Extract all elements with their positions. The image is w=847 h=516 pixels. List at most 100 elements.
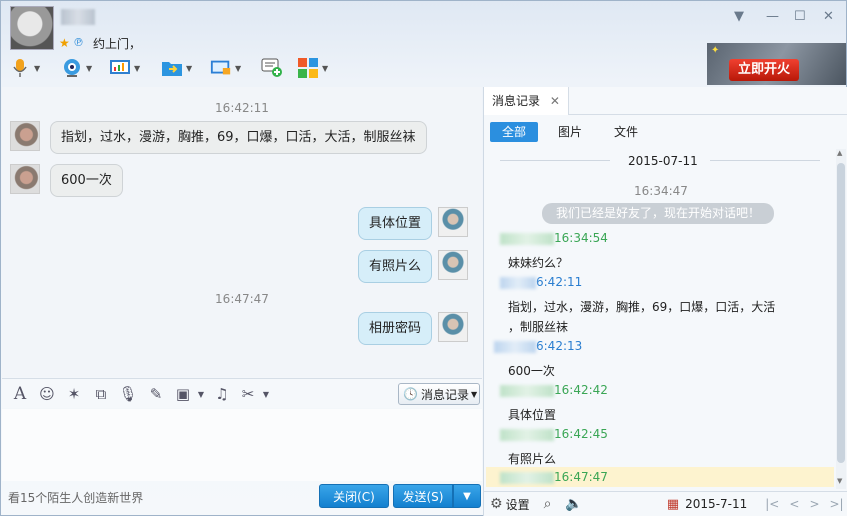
search-icon[interactable]: ⌕ [544, 496, 552, 512]
history-time: 16:42:45 [554, 427, 608, 441]
scroll-up-icon[interactable]: ▲ [837, 149, 842, 157]
video-call-button[interactable]: ▼ [61, 55, 92, 81]
avatar[interactable] [10, 121, 40, 151]
chat-window: ★ ℗ 约上门， ▼ — ☐ ✕ ✦ 立即开火 ▼ ▼ ▼ ▼ ▼ ▼ 16:4… [0, 0, 847, 516]
contact-nickname-blurred [61, 9, 95, 25]
history-entry-header: 16:47:47 [500, 470, 608, 484]
chevron-down-icon[interactable]: ▼ [34, 64, 40, 73]
gear-icon[interactable]: ⚙ [490, 496, 503, 512]
stranger-promo-text[interactable]: 看15个陌生人创造新世界 [8, 489, 143, 506]
chat-timestamp: 16:47:47 [215, 292, 269, 306]
apps-button[interactable]: ▼ [297, 55, 328, 81]
message-history-button[interactable]: 🕓 消息记录 ▼ [398, 383, 480, 405]
edit-icon[interactable]: ✎ [146, 384, 166, 404]
history-entry-header: 16:42:42 [500, 383, 608, 397]
message-input[interactable] [2, 409, 482, 481]
speaker-icon[interactable]: 🔈 [565, 496, 582, 512]
chevron-down-icon: ▼ [470, 389, 478, 399]
history-entry-highlighted[interactable]: 16:47:47 [486, 467, 834, 487]
chevron-down-icon[interactable]: ▼ [191, 384, 211, 404]
sender-name-blurred [500, 471, 554, 484]
remote-desktop-icon [210, 57, 232, 79]
contact-avatar[interactable] [10, 6, 54, 50]
history-time: 16:34:47 [634, 184, 688, 198]
screen-share-button[interactable]: ▼ [109, 55, 140, 81]
history-message: 600一次 [508, 364, 555, 378]
avatar[interactable] [438, 250, 468, 280]
filter-images[interactable]: 图片 [546, 122, 594, 142]
close-icon[interactable]: ✕ [550, 94, 560, 108]
next-page-icon[interactable]: > [809, 497, 819, 511]
chat-message-area[interactable]: 16:42:11 指划，过水，漫游，胸推，69，口爆，口活，大活，制服丝袜 60… [2, 87, 482, 377]
ad-fire-button[interactable]: 立即开火 [729, 59, 799, 81]
chevron-down-icon[interactable]: ▼ [86, 64, 92, 73]
history-tab-bar: 消息记录 ✕ [484, 87, 847, 115]
tab-label: 消息记录 [492, 94, 541, 108]
music-icon[interactable]: ♫ [212, 384, 232, 404]
history-message: 指划，过水，漫游，胸推，69，口爆，口活，大活 [508, 300, 776, 314]
remote-desktop-button[interactable]: ▼ [210, 55, 241, 81]
sender-name-blurred [500, 428, 554, 441]
minimize-icon[interactable]: — [766, 9, 779, 24]
screenshot-icon[interactable]: ⧉ [91, 384, 111, 404]
font-icon[interactable]: A [10, 384, 30, 404]
prev-page-icon[interactable]: < [789, 497, 799, 511]
avatar[interactable] [438, 207, 468, 237]
star-icon: ★ [59, 36, 70, 50]
chat-bubble-outgoing: 具体位置 [358, 207, 433, 240]
history-entry-header: 16:42:45 [500, 427, 608, 441]
first-page-icon[interactable]: |< [765, 497, 779, 511]
contact-signature: 约上门， [93, 37, 142, 51]
history-scrollbar[interactable]: ▲ ▼ [836, 149, 846, 489]
chat-bubble-outgoing: 有照片么 [358, 250, 433, 283]
history-time: 16:47:47 [554, 470, 608, 484]
invite-icon [261, 57, 283, 79]
send-file-icon [161, 57, 183, 79]
sender-name-blurred [500, 384, 554, 397]
scissors-icon[interactable]: ✂ [238, 384, 258, 404]
history-list[interactable]: 2015-07-11 16:34:47 我们已经是好友了，现在开始对话吧！ 16… [484, 149, 836, 487]
history-filter-tabs: 全部 图片 文件 [490, 122, 658, 142]
divider [710, 160, 820, 161]
history-message-wrap: ，制服丝袜 [508, 320, 569, 334]
status-icon: ℗ [73, 36, 84, 49]
tab-message-history[interactable]: 消息记录 ✕ [484, 87, 569, 115]
sender-name-blurred [500, 276, 536, 289]
maximize-icon[interactable]: ☐ [794, 9, 806, 24]
chevron-down-icon[interactable]: ▼ [134, 64, 140, 73]
filter-all[interactable]: 全部 [490, 122, 539, 142]
scrollbar-thumb[interactable] [837, 163, 845, 463]
close-icon[interactable]: ✕ [823, 9, 834, 24]
voice-call-button[interactable]: ▼ [9, 55, 40, 81]
last-page-icon[interactable]: >| [830, 497, 844, 511]
chevron-down-icon[interactable]: ▼ [235, 64, 241, 73]
shake-icon[interactable]: ✶ [64, 384, 84, 404]
chevron-down-icon[interactable]: ▼ [256, 384, 276, 404]
image-icon[interactable]: ▣ [173, 384, 193, 404]
chat-bubble-outgoing: 相册密码 [358, 312, 433, 345]
close-button[interactable]: 关闭(C) [319, 484, 389, 508]
avatar[interactable] [438, 312, 468, 342]
clock-icon: 🕓 [403, 387, 418, 401]
scroll-down-icon[interactable]: ▼ [837, 477, 842, 485]
chevron-down-icon[interactable]: ▼ [186, 64, 192, 73]
ad-banner[interactable]: ✦ 立即开火 [707, 43, 846, 85]
emoji-icon[interactable]: ☺ [37, 384, 57, 404]
video-call-icon [61, 57, 83, 79]
history-date-picker[interactable]: 2015-7-11 [685, 497, 747, 511]
filter-files[interactable]: 文件 [602, 122, 650, 142]
apps-icon [297, 57, 319, 79]
send-file-button[interactable]: ▼ [161, 55, 192, 81]
chevron-down-icon[interactable]: ▼ [322, 64, 328, 73]
sender-name-blurred [494, 340, 536, 353]
avatar[interactable] [10, 164, 40, 194]
send-options-dropdown[interactable]: ▼ [453, 484, 481, 508]
chevron-down-icon[interactable]: ▼ [734, 9, 744, 24]
message-history-panel: 消息记录 ✕ 全部 图片 文件 2015-07-11 16:34:47 我们已经… [483, 87, 847, 516]
chat-bubble-incoming: 指划，过水，漫游，胸推，69，口爆，口活，大活，制服丝袜 [50, 121, 427, 154]
voice-message-icon[interactable]: 🎙 [118, 384, 138, 404]
calendar-icon[interactable]: ▦ [667, 497, 679, 512]
invite-button[interactable] [261, 55, 283, 81]
send-button[interactable]: 发送(S) [393, 484, 453, 508]
settings-label[interactable]: 设置 [506, 496, 530, 513]
